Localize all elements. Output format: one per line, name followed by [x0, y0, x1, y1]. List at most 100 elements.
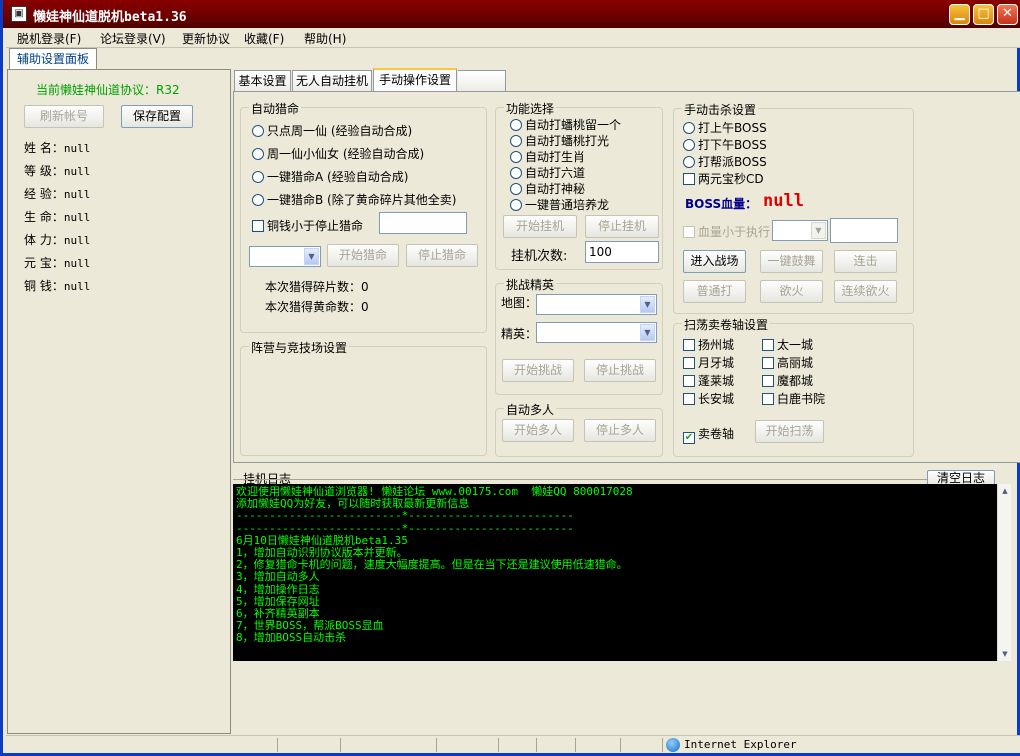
menu-offline-login[interactable]: 脱机登录(F)	[17, 30, 81, 47]
log-scrollbar[interactable]: ▲ ▼	[997, 484, 1011, 661]
stat-label: 铜 钱：	[24, 279, 64, 293]
map-label: 地图：	[501, 296, 538, 310]
chevron-down-icon: ▼	[304, 248, 319, 265]
city-yangzhou-checkbox[interactable]: 扬州城	[683, 336, 734, 353]
boss-hp-label: BOSS血量：	[685, 197, 758, 211]
function-select-title: 功能选择	[504, 100, 557, 117]
menu-forum-login[interactable]: 论坛登录(V)	[100, 30, 166, 47]
start-challenge-button[interactable]: 开始挑战	[502, 359, 574, 382]
func-option-2[interactable]: 自动打蟠桃打光	[510, 132, 609, 149]
start-hang-button[interactable]: 开始挂机	[503, 215, 577, 238]
chevron-down-icon: ▼	[811, 222, 826, 239]
camp-arena-group: 阵营与竞技场设置	[240, 339, 487, 456]
tab-auto-hang[interactable]: 无人自动挂机	[292, 70, 372, 92]
city-changan-checkbox[interactable]: 长安城	[683, 390, 734, 407]
boss-option-morning[interactable]: 打上午BOSS	[683, 119, 767, 136]
fate-option-1[interactable]: 只点周一仙 (经验自动合成)	[252, 122, 412, 139]
title-bar[interactable]: ▣ 懒娃神仙道脱机beta1.36 ▁ □ ✕	[3, 0, 1020, 28]
copper-threshold-input[interactable]	[379, 212, 467, 234]
log-line: 7，世界BOSS，帮派BOSS显血	[236, 619, 384, 633]
inspire-button[interactable]: 一键鼓舞	[760, 250, 823, 273]
stop-hang-button[interactable]: 停止挂机	[585, 215, 659, 238]
normal-attack-button[interactable]: 普通打	[683, 280, 746, 303]
city-yueya-checkbox[interactable]: 月牙城	[683, 354, 734, 371]
auto-fate-title: 自动猎命	[249, 100, 302, 117]
save-config-button[interactable]: 保存配置	[121, 105, 193, 128]
checkmark-icon: ✔	[683, 432, 695, 444]
stat-value: null	[63, 280, 91, 293]
stat-label: 姓 名：	[24, 141, 64, 155]
menu-help[interactable]: 帮助(H)	[304, 30, 346, 47]
stat-row: 姓 名：null	[24, 139, 90, 156]
map-select[interactable]: ▼	[536, 294, 657, 315]
func-option-3[interactable]: 自动打生肖	[510, 148, 585, 165]
start-multi-button[interactable]: 开始多人	[502, 419, 574, 442]
sell-scroll-checkbox[interactable]: ✔ 卖卷轴	[683, 425, 734, 444]
stat-label: 经 验：	[24, 187, 64, 201]
city-penglai-checkbox[interactable]: 蓬莱城	[683, 372, 734, 389]
camp-arena-title: 阵营与竞技场设置	[249, 339, 350, 356]
fate-option-4[interactable]: 一键猎命B (除了黄命碎片其他全卖)	[252, 191, 456, 208]
zone-label: Internet Explorer	[684, 738, 797, 751]
city-gaoli-checkbox[interactable]: 高丽城	[762, 354, 813, 371]
app-icon: ▣	[11, 6, 27, 22]
menu-favorites[interactable]: 收藏(F)	[244, 30, 284, 47]
city-modu-checkbox[interactable]: 魔都城	[762, 372, 813, 389]
yellow-count: 本次猎得黄命数：0	[265, 300, 369, 314]
log-output[interactable]: 欢迎使用懒娃神仙道浏览器! 懒娃论坛 www.00175.com 懒娃QQ 80…	[233, 484, 1009, 661]
func-option-1[interactable]: 自动打蟠桃留一个	[510, 116, 621, 133]
log-line: -------------------------*--------------…	[236, 521, 574, 535]
cd-checkbox[interactable]: 两元宝秒CD	[683, 170, 764, 187]
combo-attack-button[interactable]: 连击	[834, 250, 897, 273]
enter-battle-button[interactable]: 进入战场	[683, 250, 746, 273]
stop-multi-button[interactable]: 停止多人	[584, 419, 656, 442]
func-option-6[interactable]: 一键普通培养龙	[510, 196, 609, 213]
func-option-4[interactable]: 自动打六道	[510, 164, 585, 181]
boss-option-guild[interactable]: 打帮派BOSS	[683, 153, 767, 170]
close-button[interactable]: ✕	[997, 4, 1018, 25]
boss-option-afternoon[interactable]: 打下午BOSS	[683, 136, 767, 153]
city-taiyi-checkbox[interactable]: 太一城	[762, 336, 813, 353]
tab-basic-settings[interactable]: 基本设置	[234, 70, 291, 92]
hp-exec-input[interactable]	[830, 218, 898, 243]
hp-exec-select[interactable]: ▼	[772, 220, 828, 241]
tab-manual-settings[interactable]: 手动操作设置	[373, 68, 457, 92]
menu-update-protocol[interactable]: 更新协议	[182, 30, 230, 47]
stop-fate-checkbox[interactable]: 铜钱小于停止猎命	[252, 217, 363, 234]
auto-multi-title: 自动多人	[504, 401, 557, 418]
continuous-fire-button[interactable]: 连续欲火	[834, 280, 897, 303]
fate-option-3[interactable]: 一键猎命A (经验自动合成)	[252, 168, 408, 185]
stat-label: 元 宝：	[24, 256, 64, 270]
sweep-sell-title: 扫荡卖卷轴设置	[682, 316, 771, 333]
stat-label: 体 力：	[24, 233, 64, 247]
maximize-button[interactable]: □	[973, 4, 994, 25]
elite-select[interactable]: ▼	[536, 322, 657, 343]
minimize-button[interactable]: ▁	[949, 4, 970, 25]
log-line: 3，增加自动多人	[236, 570, 320, 584]
start-sweep-button[interactable]: 开始扫荡	[755, 420, 824, 443]
menu-bar: 脱机登录(F) 论坛登录(V) 更新协议 收藏(F) 帮助(H)	[6, 28, 1020, 48]
stat-value: null	[63, 257, 91, 270]
scroll-up-icon[interactable]: ▲	[999, 485, 1011, 497]
scroll-down-icon[interactable]: ▼	[999, 648, 1011, 660]
fate-mode-select[interactable]: ▼	[249, 246, 321, 267]
window-title: 懒娃神仙道脱机beta1.36	[33, 10, 187, 25]
stat-row: 元 宝：null	[24, 254, 90, 271]
stat-row: 等 级：null	[24, 162, 90, 179]
stop-challenge-button[interactable]: 停止挑战	[584, 359, 656, 382]
fate-option-2[interactable]: 周一仙小仙女 (经验自动合成)	[252, 145, 424, 162]
desire-fire-button[interactable]: 欲火	[760, 280, 823, 303]
refresh-account-button[interactable]: 刷新帐号	[24, 105, 104, 128]
hang-count-input[interactable]: 100	[585, 241, 659, 263]
elite-challenge-title: 挑战精英	[504, 276, 557, 293]
function-select-group: 功能选择 自动打蟠桃留一个 自动打蟠桃打光 自动打生肖 自动打六道 自动打神秘 …	[495, 100, 663, 270]
start-fate-button[interactable]: 开始猎命	[327, 244, 399, 267]
city-bailu-checkbox[interactable]: 白鹿书院	[762, 390, 825, 407]
manual-settings-panel: 自动猎命 只点周一仙 (经验自动合成) 周一仙小仙女 (经验自动合成) 一键猎命…	[233, 91, 1020, 463]
tab-assist-panel[interactable]: 辅助设置面板	[9, 48, 97, 70]
auto-multi-group: 自动多人 开始多人 停止多人	[495, 401, 663, 457]
stop-fate-button[interactable]: 停止猎命	[406, 244, 478, 267]
chevron-down-icon: ▼	[640, 296, 655, 313]
hp-exec-checkbox[interactable]: 血量小于执行	[683, 223, 770, 240]
func-option-5[interactable]: 自动打神秘	[510, 180, 585, 197]
